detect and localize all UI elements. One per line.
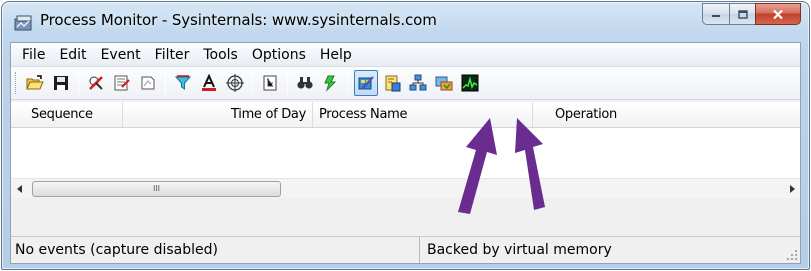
file-activity-button[interactable]	[380, 70, 404, 96]
menu-bar: File Edit Event Filter Tools Options Hel…	[11, 43, 800, 67]
process-monitor-window: Process Monitor - Sysinternals: www.sysi…	[1, 1, 810, 270]
toolbar	[11, 67, 800, 100]
event-list[interactable]: Sequence Time of Day Process Name Operat…	[11, 102, 800, 198]
client-area: File Edit Event Filter Tools Options Hel…	[10, 42, 801, 264]
process-activity-icon	[435, 76, 453, 91]
clear-icon	[141, 76, 155, 90]
find-icon	[297, 77, 313, 89]
filter-button[interactable]	[171, 70, 195, 96]
toolbar-separator	[252, 72, 253, 94]
autoscroll-icon	[114, 75, 130, 91]
toolbar-separator	[348, 72, 349, 94]
filter-icon	[174, 75, 192, 90]
caption-buttons	[702, 3, 801, 25]
column-time-of-day[interactable]: Time of Day	[123, 102, 313, 127]
menu-file[interactable]: File	[15, 44, 52, 66]
toolbar-separator	[78, 72, 79, 94]
open-button[interactable]	[23, 70, 47, 96]
maximize-icon	[737, 9, 748, 19]
minimize-button[interactable]	[702, 3, 729, 25]
menu-filter[interactable]: Filter	[148, 44, 197, 66]
minimize-icon	[712, 15, 720, 17]
status-bar: No events (capture disabled) Backed by v…	[11, 236, 800, 263]
clear-button[interactable]	[136, 70, 160, 96]
scroll-thumb[interactable]: III	[32, 180, 281, 197]
highlight-button[interactable]	[197, 70, 221, 96]
size-grip-icon[interactable]	[784, 247, 798, 261]
target-icon	[226, 74, 244, 92]
menu-edit[interactable]: Edit	[52, 44, 93, 66]
column-operation[interactable]: Operation	[533, 102, 800, 127]
file-activity-icon	[385, 75, 401, 92]
menu-help[interactable]: Help	[313, 44, 359, 66]
list-header: Sequence Time of Day Process Name Operat…	[11, 102, 800, 128]
close-icon	[773, 9, 783, 19]
scroll-track[interactable]: III	[28, 180, 783, 198]
capture-button[interactable]	[84, 70, 108, 96]
registry-activity-button[interactable]	[354, 70, 378, 96]
jump-icon	[324, 75, 337, 92]
close-button[interactable]	[755, 3, 801, 25]
target-button[interactable]	[223, 70, 247, 96]
status-memory: Backed by virtual memory	[427, 242, 612, 258]
find-button[interactable]	[293, 70, 317, 96]
list-body[interactable]	[11, 128, 800, 178]
capture-icon	[89, 76, 103, 90]
column-process-name[interactable]: Process Name	[313, 102, 533, 127]
menu-options[interactable]: Options	[245, 44, 313, 66]
scroll-right-button[interactable]	[783, 180, 800, 198]
process-tree-icon	[263, 75, 277, 91]
arrow-right-icon	[789, 184, 795, 193]
title-bar[interactable]: Process Monitor - Sysinternals: www.sysi…	[2, 2, 809, 44]
open-folder-icon	[26, 75, 44, 90]
jump-button[interactable]	[319, 70, 343, 96]
highlight-icon	[202, 74, 216, 91]
profiling-button[interactable]	[458, 70, 482, 96]
menu-event[interactable]: Event	[94, 44, 148, 66]
toolbar-grip[interactable]	[15, 72, 18, 94]
window-title: Process Monitor - Sysinternals: www.sysi…	[40, 11, 437, 29]
process-tree-button[interactable]	[258, 70, 282, 96]
toolbar-separator	[287, 72, 288, 94]
process-activity-button[interactable]	[432, 70, 456, 96]
status-events: No events (capture disabled)	[11, 237, 420, 263]
arrow-left-icon	[16, 184, 22, 193]
save-icon	[54, 76, 68, 90]
menu-tools[interactable]: Tools	[196, 44, 245, 66]
network-activity-button[interactable]	[406, 70, 430, 96]
network-activity-icon	[409, 74, 427, 91]
maximize-button[interactable]	[729, 3, 755, 25]
registry-activity-icon	[358, 76, 374, 90]
column-sequence[interactable]: Sequence	[11, 102, 123, 127]
toolbar-separator	[165, 72, 166, 94]
scroll-thumb-grip: III	[152, 184, 161, 193]
scroll-left-button[interactable]	[11, 180, 28, 198]
profiling-icon	[461, 74, 479, 92]
horizontal-scrollbar[interactable]: III	[11, 178, 800, 198]
save-button[interactable]	[49, 70, 73, 96]
autoscroll-button[interactable]	[110, 70, 134, 96]
procmon-icon[interactable]	[14, 15, 34, 31]
